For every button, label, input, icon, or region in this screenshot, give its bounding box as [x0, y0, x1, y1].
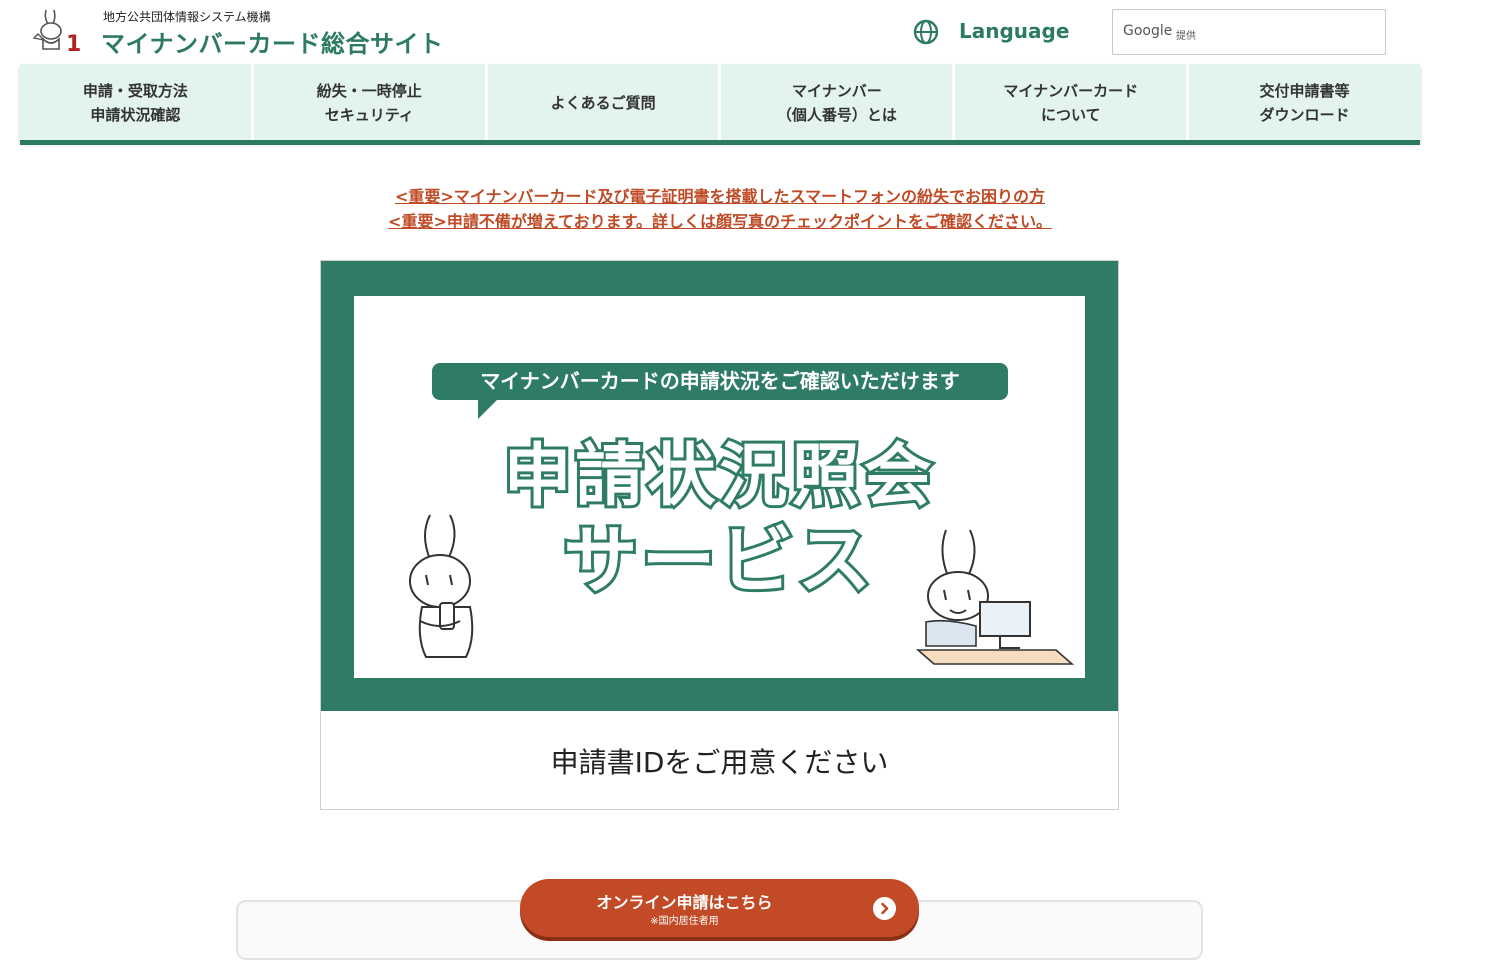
site-title[interactable]: マイナンバーカード総合サイト	[101, 24, 444, 59]
nav-item-label: マイナンバーカード	[1003, 81, 1139, 100]
mascot-at-computer-icon	[916, 529, 1075, 665]
global-nav: 申請・受取方法 申請状況確認 紛失・一時停止 セキュリティ よくあるご質問 マイ…	[20, 64, 1420, 145]
nav-item-download[interactable]: 交付申請書等 ダウンロード	[1189, 64, 1420, 141]
nav-item-faq[interactable]: よくあるご質問	[488, 64, 722, 141]
cta-sub-label: ※国内居住者用	[650, 916, 719, 927]
speech-bubble-tail	[469, 397, 501, 419]
banner-caption: 申請書IDをご用意ください	[550, 746, 889, 779]
nav-item-label: セキュリティ	[324, 105, 414, 124]
banner-inner: マイナンバーカードの申請状況をご確認いただけます 申請状況照会 サービス	[354, 296, 1085, 678]
nav-item-label: 交付申請書等	[1259, 81, 1350, 100]
google-translate-widget[interactable]: Google 提供	[1112, 9, 1386, 55]
cta-main-label: オンライン申請はこちら	[596, 893, 773, 912]
nav-item-loss-security[interactable]: 紛失・一時停止 セキュリティ	[254, 64, 488, 141]
google-label: Google	[1123, 23, 1173, 39]
provided-label: 提供	[1176, 31, 1196, 42]
language-button[interactable]: Language	[959, 19, 1069, 43]
status-inquiry-banner[interactable]: マイナンバーカードの申請状況をご確認いただけます 申請状況照会 サービス 申請書…	[320, 260, 1119, 810]
mascot-with-phone-icon	[409, 514, 474, 658]
nav-item-label: マイナンバー	[792, 81, 882, 100]
nav-item-label: 紛失・一時停止	[316, 81, 422, 100]
speech-bubble: マイナンバーカードの申請状況をご確認いただけます	[432, 363, 1008, 400]
nav-item-label: について	[1040, 105, 1101, 124]
chevron-right-icon	[873, 897, 896, 920]
mynumber-mascot-logo[interactable]: 1	[32, 6, 82, 54]
nav-item-about-card[interactable]: マイナンバーカード について	[955, 64, 1190, 141]
notice-link-smartphone-loss[interactable]: <重要>マイナンバーカード及び電子証明書を搭載したスマートフォンの紛失でお困りの…	[0, 184, 1440, 209]
svg-text:1: 1	[66, 32, 81, 54]
notice-link-photo-checkpoints[interactable]: <重要>申請不備が増えております。詳しくは顔写真のチェックポイントをご確認くださ…	[0, 209, 1440, 234]
nav-item-application[interactable]: 申請・受取方法 申請状況確認	[20, 64, 254, 141]
organization-name: 地方公共団体情報システム機構	[103, 10, 271, 24]
online-application-button[interactable]: オンライン申請はこちら ※国内居住者用	[520, 879, 919, 937]
nav-item-label: よくあるご質問	[550, 93, 656, 112]
nav-item-label: 申請・受取方法	[82, 81, 188, 100]
nav-item-label: （個人番号）とは	[776, 105, 897, 124]
globe-icon[interactable]	[913, 19, 939, 45]
nav-item-about-mynumber[interactable]: マイナンバー （個人番号）とは	[721, 64, 956, 141]
nav-item-label: 申請状況確認	[90, 105, 181, 124]
site-header: 1 地方公共団体情報システム機構 マイナンバーカード総合サイト Language…	[20, 0, 1420, 64]
nav-item-label: ダウンロード	[1259, 105, 1350, 124]
banner-frame: マイナンバーカードの申請状況をご確認いただけます 申請状況照会 サービス	[321, 261, 1118, 711]
important-notices: <重要>マイナンバーカード及び電子証明書を搭載したスマートフォンの紛失でお困りの…	[0, 184, 1440, 234]
